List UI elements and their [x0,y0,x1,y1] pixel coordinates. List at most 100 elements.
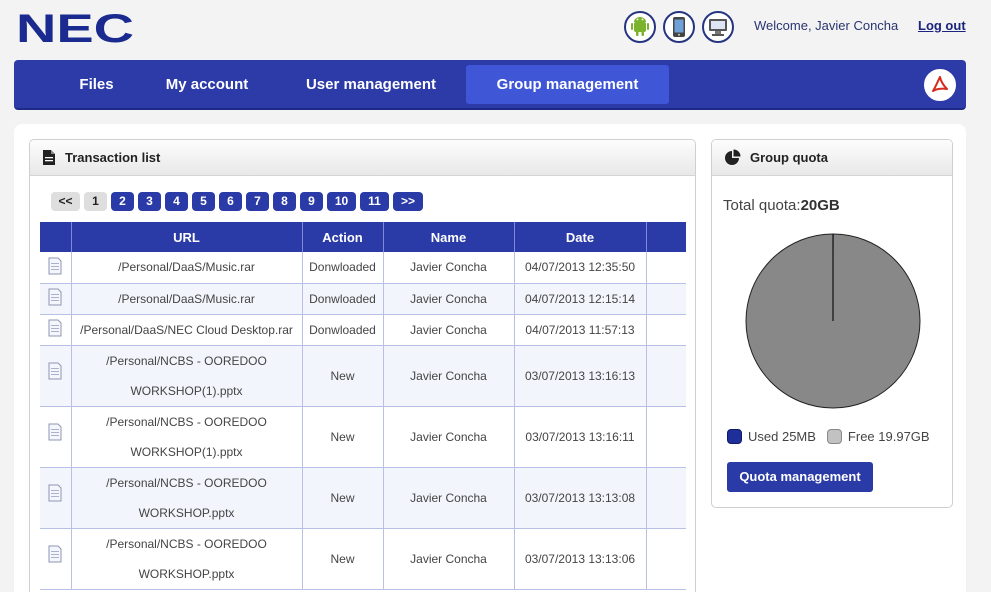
row-url-cell: /Personal/NCBS - OOREDOO WORKSHOP(1).pptx [71,345,303,407]
row-extra [646,314,686,346]
col-header-date[interactable]: Date [514,222,647,252]
nec-logo: NEC [16,8,136,48]
row-url: /Personal/NCBS - OOREDOO [106,414,267,429]
row-url: /Personal/DaaS/NEC Cloud Desktop.rar [80,322,293,337]
row-name: Javier Concha [383,467,515,529]
legend-swatch-used [727,429,742,444]
row-url-cell: /Personal/NCBS - OOREDOO WORKSHOP.pptx [71,528,303,590]
row-name: Javier Concha [383,406,515,468]
table-row[interactable]: /Personal/DaaS/Music.rar Donwloaded Javier… [40,252,686,284]
row-extra [646,283,686,315]
pager-page-2[interactable]: 2 [111,192,134,211]
row-icon-cell [40,467,72,529]
document-icon [42,149,56,166]
file-icon [47,483,63,513]
row-icon-cell [40,528,72,590]
row-url: /Personal/NCBS - OOREDOO [106,353,267,368]
row-extra [646,528,686,590]
row-action: New [302,467,384,529]
row-icon-cell [40,283,72,315]
pdf-icon[interactable] [924,69,956,101]
col-header-action[interactable]: Action [302,222,384,252]
mobile-phone-icon[interactable] [663,11,695,43]
pager-page-1[interactable]: 1 [84,192,107,211]
quota-management-button[interactable]: Quota management [727,462,873,492]
col-header-icon [40,222,72,252]
quota-legend: Used 25MB Free 19.97GB [727,429,930,444]
table-row[interactable]: /Personal/DaaS/NEC Cloud Desktop.rar Donw… [40,314,686,346]
row-url-cell: /Personal/NCBS - OOREDOO WORKSHOP.pptx [71,467,303,529]
pager-page-11[interactable]: 11 [360,192,389,211]
row-name: Javier Concha [383,345,515,407]
file-icon [47,257,63,278]
transaction-panel-header: Transaction list [30,140,695,176]
pagination: << 1 2 3 4 5 6 7 8 9 10 11 >> [51,192,423,211]
row-url-cell: /Personal/DaaS/Music.rar [71,283,303,315]
row-action: New [302,345,384,407]
table-row[interactable]: /Personal/NCBS - OOREDOO WORKSHOP.pptx New… [40,528,686,590]
row-date: 03/07/2013 13:13:08 [514,467,647,529]
nav-group-management[interactable]: Group management [466,65,669,104]
row-date: 04/07/2013 11:57:13 [514,314,647,346]
desktop-icon[interactable] [702,11,734,43]
pager-first-button[interactable]: << [51,192,80,211]
pager-page-6[interactable]: 6 [219,192,242,211]
row-url-continued: WORKSHOP(1).pptx [130,383,243,398]
row-icon-cell [40,345,72,407]
quota-panel: Group quota Total quota:20GB Used 25MB F… [711,139,953,508]
file-icon [47,544,63,574]
col-header-name[interactable]: Name [383,222,515,252]
row-action: Donwloaded [302,252,384,284]
legend-free: Free 19.97GB [847,429,930,444]
row-url-cell: /Personal/DaaS/NEC Cloud Desktop.rar [71,314,303,346]
row-name: Javier Concha [383,528,515,590]
row-name: Javier Concha [383,252,515,284]
row-action: New [302,528,384,590]
row-url: /Personal/NCBS - OOREDOO [106,536,267,551]
nav-user-management[interactable]: User management [286,65,456,104]
row-icon-cell [40,314,72,346]
pager-page-9[interactable]: 9 [300,192,323,211]
col-header-url[interactable]: URL [71,222,303,252]
table-row[interactable]: /Personal/NCBS - OOREDOO WORKSHOP.pptx New… [40,467,686,529]
pager-page-3[interactable]: 3 [138,192,161,211]
row-name: Javier Concha [383,314,515,346]
file-icon [47,361,63,391]
nav-files[interactable]: Files [64,65,129,104]
logo-text: NEC [16,8,134,48]
legend-used: Used 25MB [748,429,816,444]
row-url: /Personal/NCBS - OOREDOO [106,475,267,490]
main-nav: Files My account User management Group m… [14,60,966,110]
pager-page-10[interactable]: 10 [327,192,356,211]
logout-link[interactable]: Log out [918,18,966,33]
row-action: Donwloaded [302,283,384,315]
pager-page-8[interactable]: 8 [273,192,296,211]
col-header-extra [646,222,686,252]
transaction-panel-title: Transaction list [65,150,161,165]
table-row[interactable]: /Personal/NCBS - OOREDOO WORKSHOP(1).pptx… [40,345,686,407]
pager-last-button[interactable]: >> [393,192,423,211]
android-icon[interactable] [624,11,656,43]
table-row[interactable]: /Personal/NCBS - OOREDOO WORKSHOP(1).pptx… [40,406,686,468]
row-icon-cell [40,406,72,468]
file-icon [47,319,63,340]
transaction-table: URL Action Name Date /Personal/DaaS/Musi… [40,222,686,590]
row-action: Donwloaded [302,314,384,346]
row-url-continued: WORKSHOP.pptx [138,566,235,581]
row-date: 03/07/2013 13:13:06 [514,528,647,590]
file-icon [47,422,63,452]
row-extra [646,406,686,468]
quota-pie-chart [745,233,921,409]
nav-my-account[interactable]: My account [150,65,264,104]
row-date: 04/07/2013 12:15:14 [514,283,647,315]
table-row[interactable]: /Personal/DaaS/Music.rar Donwloaded Javier… [40,283,686,315]
pager-page-7[interactable]: 7 [246,192,269,211]
row-date: 03/07/2013 13:16:13 [514,345,647,407]
pager-page-5[interactable]: 5 [192,192,215,211]
file-icon [47,288,63,309]
row-extra [646,252,686,284]
pager-page-4[interactable]: 4 [165,192,188,211]
row-date: 03/07/2013 13:16:11 [514,406,647,468]
row-url-continued: WORKSHOP(1).pptx [130,444,243,459]
row-url-continued: WORKSHOP.pptx [138,505,235,520]
